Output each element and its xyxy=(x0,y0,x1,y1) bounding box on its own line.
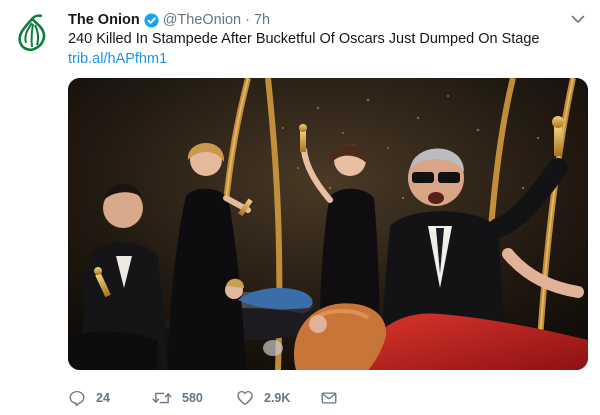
avatar[interactable] xyxy=(10,12,54,56)
tweet-actions: 24 580 2.9K xyxy=(68,386,350,410)
tweet-link[interactable]: trib.al/hAPfhm1 xyxy=(68,51,167,67)
reply-button[interactable]: 24 xyxy=(68,389,152,407)
verified-badge-icon xyxy=(144,12,159,28)
tweet-photo[interactable] xyxy=(68,78,588,370)
display-name[interactable]: The Onion xyxy=(68,12,140,28)
retweet-icon xyxy=(152,392,172,404)
oscars-stage-photo xyxy=(68,78,588,370)
mail-icon xyxy=(321,392,337,404)
chevron-down-icon[interactable] xyxy=(570,11,586,27)
separator-dot: · xyxy=(245,12,250,28)
timestamp[interactable]: 7h xyxy=(254,12,270,28)
retweet-count: 580 xyxy=(182,391,203,405)
like-button[interactable]: 2.9K xyxy=(236,389,320,407)
tweet-header: The Onion @TheOnion · 7h xyxy=(68,10,270,30)
direct-message-button[interactable] xyxy=(320,389,350,407)
onion-logo-icon xyxy=(18,14,46,52)
heart-icon xyxy=(237,390,253,406)
reply-icon xyxy=(69,390,85,407)
retweet-button[interactable]: 580 xyxy=(152,389,236,407)
tweet-card[interactable]: The Onion @TheOnion · 7h 240 Killed In S… xyxy=(0,0,600,415)
tweet-text: 240 Killed In Stampede After Bucketful O… xyxy=(68,31,540,47)
like-count: 2.9K xyxy=(264,391,291,405)
user-handle[interactable]: @TheOnion xyxy=(163,12,241,28)
reply-count: 24 xyxy=(96,391,110,405)
